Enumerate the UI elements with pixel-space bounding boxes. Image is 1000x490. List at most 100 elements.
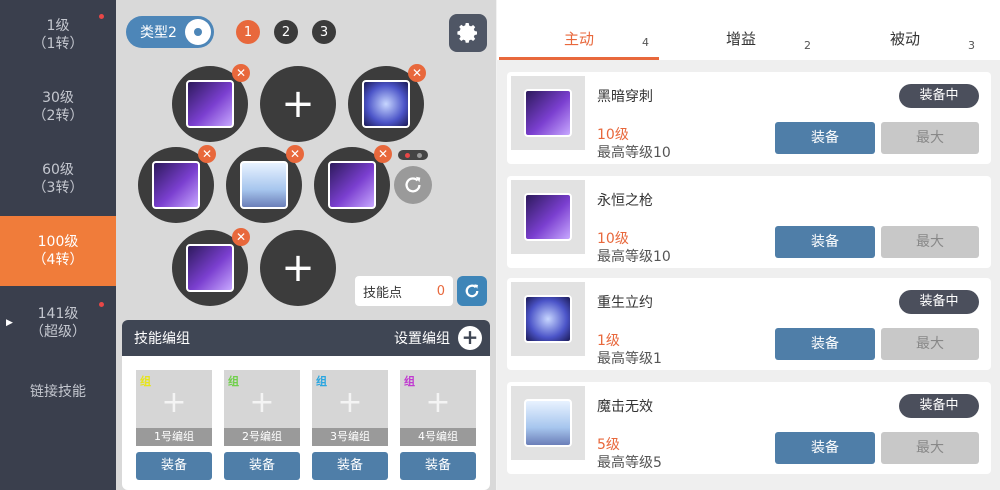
skill-slot[interactable]: ✕ bbox=[226, 145, 304, 223]
max-button[interactable]: 最大 bbox=[881, 432, 979, 464]
sidebar-item-label: 链接技能 bbox=[30, 384, 86, 400]
equipped-badge: 装备中 bbox=[899, 394, 979, 418]
max-button[interactable]: 最大 bbox=[881, 328, 979, 360]
skill-level: 10级 bbox=[597, 231, 629, 247]
add-icon: + bbox=[458, 326, 482, 350]
page-button-2[interactable]: 2 bbox=[274, 20, 298, 44]
page-button-1[interactable]: 1 bbox=[236, 20, 260, 44]
sidebar-item-level-30[interactable]: 30级 （2转） bbox=[0, 72, 116, 142]
skill-card: 重生立约 1级 最高等级1 装备中 装备 最大 bbox=[507, 278, 991, 370]
page-button-3[interactable]: 3 bbox=[312, 20, 336, 44]
group-label: 4号编组 bbox=[400, 428, 476, 446]
equipped-badge: 装备中 bbox=[899, 84, 979, 108]
skill-icon bbox=[524, 193, 572, 241]
remove-icon[interactable]: ✕ bbox=[198, 145, 216, 163]
notification-dot bbox=[99, 14, 104, 19]
skill-card: 永恒之枪 10级 最高等级10 装备 最大 bbox=[507, 176, 991, 268]
refresh-icon bbox=[405, 176, 421, 193]
sidebar-item-level-141[interactable]: ▶ 141级 （超级） bbox=[0, 288, 116, 358]
play-arrow-icon: ▶ bbox=[6, 318, 13, 328]
sidebar-item-label: 1级 bbox=[46, 18, 70, 34]
max-button[interactable]: 最大 bbox=[881, 226, 979, 258]
skill-points-label: 技能点 bbox=[363, 285, 403, 301]
sidebar-item-level-60[interactable]: 60级 （3转） bbox=[0, 144, 116, 214]
group-tag: 组 bbox=[140, 375, 151, 388]
plus-icon: + bbox=[425, 385, 451, 420]
skill-groups-panel: 技能编组 设置编组 + 组 + 1号编组 装备 组 + 2号编组 装备 组 + … bbox=[122, 320, 490, 490]
skill-slot[interactable]: ✕ bbox=[348, 64, 426, 142]
tab-passive-skills[interactable]: 被动 3 bbox=[825, 0, 985, 60]
skill-card: 魔击无效 5级 最高等级5 装备中 装备 最大 bbox=[507, 382, 991, 474]
skill-points-display: 技能点 0 bbox=[355, 276, 453, 306]
sidebar-item-label: 30级 bbox=[42, 90, 74, 106]
tab-active-skills[interactable]: 主动 4 bbox=[499, 0, 659, 60]
set-groups-button[interactable]: 设置编组 + bbox=[394, 326, 482, 350]
settings-button[interactable] bbox=[449, 14, 487, 52]
group-equip-button[interactable]: 装备 bbox=[224, 452, 300, 480]
reset-skill-points-button[interactable] bbox=[457, 276, 487, 306]
skill-icon bbox=[186, 80, 234, 128]
sidebar-item-sublabel: （4转） bbox=[32, 252, 84, 268]
skill-icon bbox=[524, 89, 572, 137]
sidebar-item-link-skills[interactable]: 链接技能 bbox=[0, 360, 116, 424]
rotate-slots-button[interactable] bbox=[394, 166, 432, 204]
skill-group-card[interactable]: 组 + 3号编组 bbox=[312, 370, 388, 446]
equip-button[interactable]: 装备 bbox=[775, 122, 875, 154]
group-label: 2号编组 bbox=[224, 428, 300, 446]
skill-group-card[interactable]: 组 + 4号编组 bbox=[400, 370, 476, 446]
equip-button[interactable]: 装备 bbox=[775, 328, 875, 360]
remove-icon[interactable]: ✕ bbox=[232, 64, 250, 82]
skill-group-4: 组 + 4号编组 装备 bbox=[400, 370, 476, 480]
skill-slot[interactable]: ✕ bbox=[172, 228, 250, 306]
group-tag: 组 bbox=[228, 375, 239, 388]
empty-skill-slot[interactable]: + bbox=[260, 66, 336, 142]
sidebar-item-level-100[interactable]: 100级 （4转） bbox=[0, 216, 116, 286]
set-groups-label: 设置编组 bbox=[394, 331, 450, 347]
skill-icon-frame bbox=[511, 282, 585, 356]
tab-count: 3 bbox=[968, 39, 975, 52]
remove-icon[interactable]: ✕ bbox=[286, 145, 304, 163]
skill-group-1: 组 + 1号编组 装备 bbox=[136, 370, 212, 480]
sidebar-item-label: 141级 bbox=[37, 306, 79, 322]
group-equip-button[interactable]: 装备 bbox=[312, 452, 388, 480]
remove-icon[interactable]: ✕ bbox=[232, 228, 250, 246]
skill-max-level: 最高等级10 bbox=[597, 145, 671, 161]
tab-buff-skills[interactable]: 增益 2 bbox=[661, 0, 821, 60]
remove-icon[interactable]: ✕ bbox=[374, 145, 392, 163]
skill-icon bbox=[524, 399, 572, 447]
skill-level: 10级 bbox=[597, 127, 629, 143]
empty-skill-slot[interactable]: + bbox=[260, 230, 336, 306]
skill-icon bbox=[186, 244, 234, 292]
skill-group-card[interactable]: 组 + 2号编组 bbox=[224, 370, 300, 446]
skill-groups-title: 技能编组 bbox=[134, 331, 190, 347]
type-toggle[interactable]: 类型2 bbox=[126, 16, 214, 48]
max-button[interactable]: 最大 bbox=[881, 122, 979, 154]
sidebar: 1级 （1转） 30级 （2转） 60级 （3转） 100级 （4转） ▶ 14… bbox=[0, 0, 116, 490]
remove-icon[interactable]: ✕ bbox=[408, 64, 426, 82]
equip-button[interactable]: 装备 bbox=[775, 432, 875, 464]
skill-icon bbox=[240, 161, 288, 209]
group-equip-button[interactable]: 装备 bbox=[136, 452, 212, 480]
slot-page-indicator bbox=[398, 150, 428, 160]
tab-label: 增益 bbox=[725, 30, 756, 48]
skill-icon-frame bbox=[511, 386, 585, 460]
skill-name: 永恒之枪 bbox=[597, 193, 653, 209]
plus-icon: + bbox=[161, 385, 187, 420]
sidebar-item-sublabel: （1转） bbox=[32, 36, 84, 52]
group-equip-button[interactable]: 装备 bbox=[400, 452, 476, 480]
skill-card: 黑暗穿刺 10级 最高等级10 装备中 装备 最大 bbox=[507, 72, 991, 164]
sidebar-item-sublabel: （超级） bbox=[30, 324, 86, 340]
sidebar-item-sublabel: （2转） bbox=[32, 108, 84, 124]
skill-group-card[interactable]: 组 + 1号编组 bbox=[136, 370, 212, 446]
equip-button[interactable]: 装备 bbox=[775, 226, 875, 258]
skill-icon bbox=[524, 295, 572, 343]
skill-icon-frame bbox=[511, 180, 585, 254]
sidebar-item-sublabel: （3转） bbox=[32, 180, 84, 196]
skill-slot[interactable]: ✕ bbox=[172, 64, 250, 142]
skill-slot[interactable]: ✕ bbox=[138, 145, 216, 223]
skill-slot[interactable]: ✕ bbox=[314, 145, 392, 223]
sidebar-item-level-1[interactable]: 1级 （1转） bbox=[0, 0, 116, 70]
group-tag: 组 bbox=[404, 375, 415, 388]
sidebar-item-label: 60级 bbox=[42, 162, 74, 178]
skill-level: 1级 bbox=[597, 333, 620, 349]
